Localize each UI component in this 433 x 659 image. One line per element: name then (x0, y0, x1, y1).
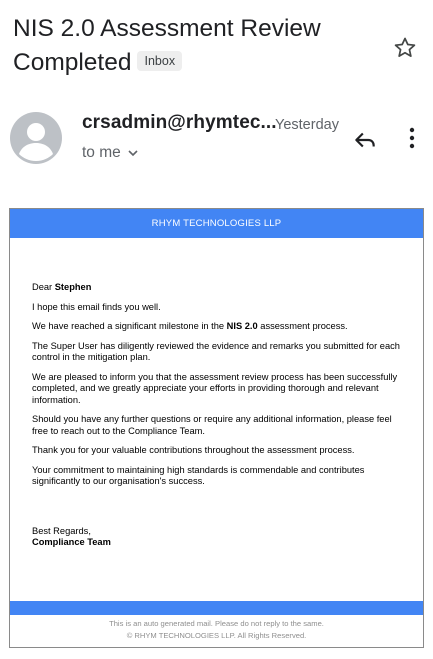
footer-line-2: © RHYM TECHNOLOGIES LLP. All Rights Rese… (126, 631, 307, 640)
signature-name: Compliance Team (32, 537, 111, 547)
email-date: Yesterday (275, 117, 339, 133)
reply-button[interactable] (352, 127, 378, 153)
signoff-block: Best Regards, Compliance Team (32, 526, 401, 549)
greeting-prefix: Dear (32, 282, 55, 292)
paragraph-6: Thank you for your valuable contribution… (32, 445, 355, 455)
greeting: Dear Stephen (32, 282, 401, 294)
footer-bar (10, 601, 423, 615)
p2-prefix: We have reached a significant milestone … (32, 321, 227, 331)
p2-suffix: assessment process. (257, 321, 348, 331)
sender-row: crsadmin@rhymtec... Yesterday to me (0, 108, 433, 168)
p2-bold: NIS 2.0 (226, 321, 258, 331)
more-options-button[interactable] (402, 125, 422, 151)
email-body: Dear Stephen I hope this email finds you… (10, 238, 423, 549)
footer-text: This is an auto generated mail. Please d… (10, 618, 423, 642)
inbox-label-chip[interactable]: Inbox (137, 51, 183, 71)
email-subject: NIS 2.0 Assessment Review Completed Inbox (13, 12, 378, 80)
paragraph-7: Your commitment to maintaining high stan… (32, 464, 365, 487)
star-button[interactable] (392, 35, 418, 61)
paragraph-2: We have reached a significant milestone … (32, 321, 401, 333)
person-icon (19, 123, 53, 161)
recipient-label: to me (82, 144, 121, 161)
email-body-frame: RHYM TECHNOLOGIES LLP Dear Stephen I hop… (9, 208, 424, 648)
subject-row: NIS 2.0 Assessment Review Completed Inbox (13, 12, 418, 80)
signoff: Best Regards, (32, 525, 91, 536)
recipient-toggle[interactable]: to me (82, 144, 139, 162)
paragraph-5: Should you have any further questions or… (32, 414, 392, 436)
star-outline-icon (394, 37, 416, 57)
more-vert-icon (409, 127, 415, 149)
signature: Compliance Team (32, 537, 401, 549)
paragraph-4: We are pleased to inform you that the as… (32, 371, 398, 405)
footer-line-1: This is an auto generated mail. Please d… (109, 619, 324, 628)
chevron-down-icon (128, 150, 138, 157)
brand-header: RHYM TECHNOLOGIES LLP (10, 209, 423, 238)
paragraph-3: The Super User has diligently reviewed t… (32, 340, 400, 363)
sender-address[interactable]: crsadmin@rhymtec... (82, 112, 277, 134)
reply-icon (355, 132, 375, 148)
paragraph-1: I hope this email finds you well. (32, 301, 161, 312)
sender-avatar[interactable] (10, 112, 62, 164)
greeting-name: Stephen (54, 282, 92, 292)
